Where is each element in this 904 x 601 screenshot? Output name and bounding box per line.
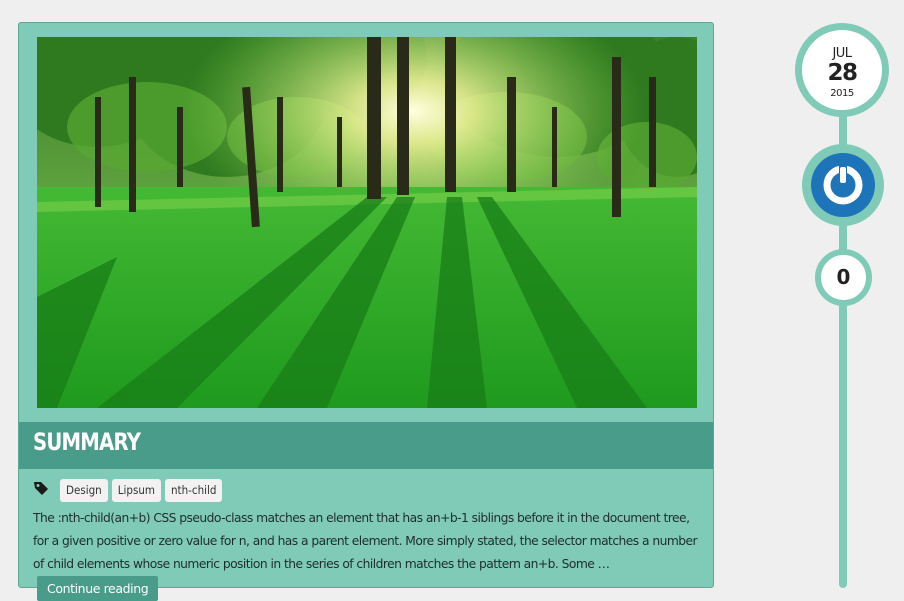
comment-count[interactable]: 0 (815, 249, 872, 306)
date-badge: JUL 28 2015 (795, 23, 889, 117)
tag-icon (34, 482, 48, 495)
tag-design[interactable]: Design (60, 478, 108, 502)
avatar-image (811, 153, 875, 217)
excerpt-text: The :nth-child(an+b) CSS pseudo-class ma… (33, 511, 698, 571)
date-month: JUL (832, 46, 852, 61)
post-excerpt: The :nth-child(an+b) CSS pseudo-class ma… (33, 507, 703, 601)
date-day: 28 (827, 60, 858, 86)
date-year: 2015 (830, 88, 854, 99)
forest-park-image (37, 37, 697, 408)
title-bar: SUMMARY (19, 422, 713, 469)
tag-lipsum[interactable]: Lipsum (111, 478, 161, 502)
post-title[interactable]: SUMMARY (33, 428, 141, 456)
continue-reading-button[interactable]: Continue reading (37, 576, 159, 601)
power-logo-icon (823, 165, 863, 205)
author-avatar[interactable] (802, 144, 884, 226)
tags-row: Design Lipsum nth-child (33, 478, 226, 502)
post-card: SUMMARY Design Lipsum nth-child The :nth… (18, 22, 714, 601)
featured-image[interactable] (37, 37, 697, 408)
tag-nth-child[interactable]: nth-child (164, 478, 223, 502)
